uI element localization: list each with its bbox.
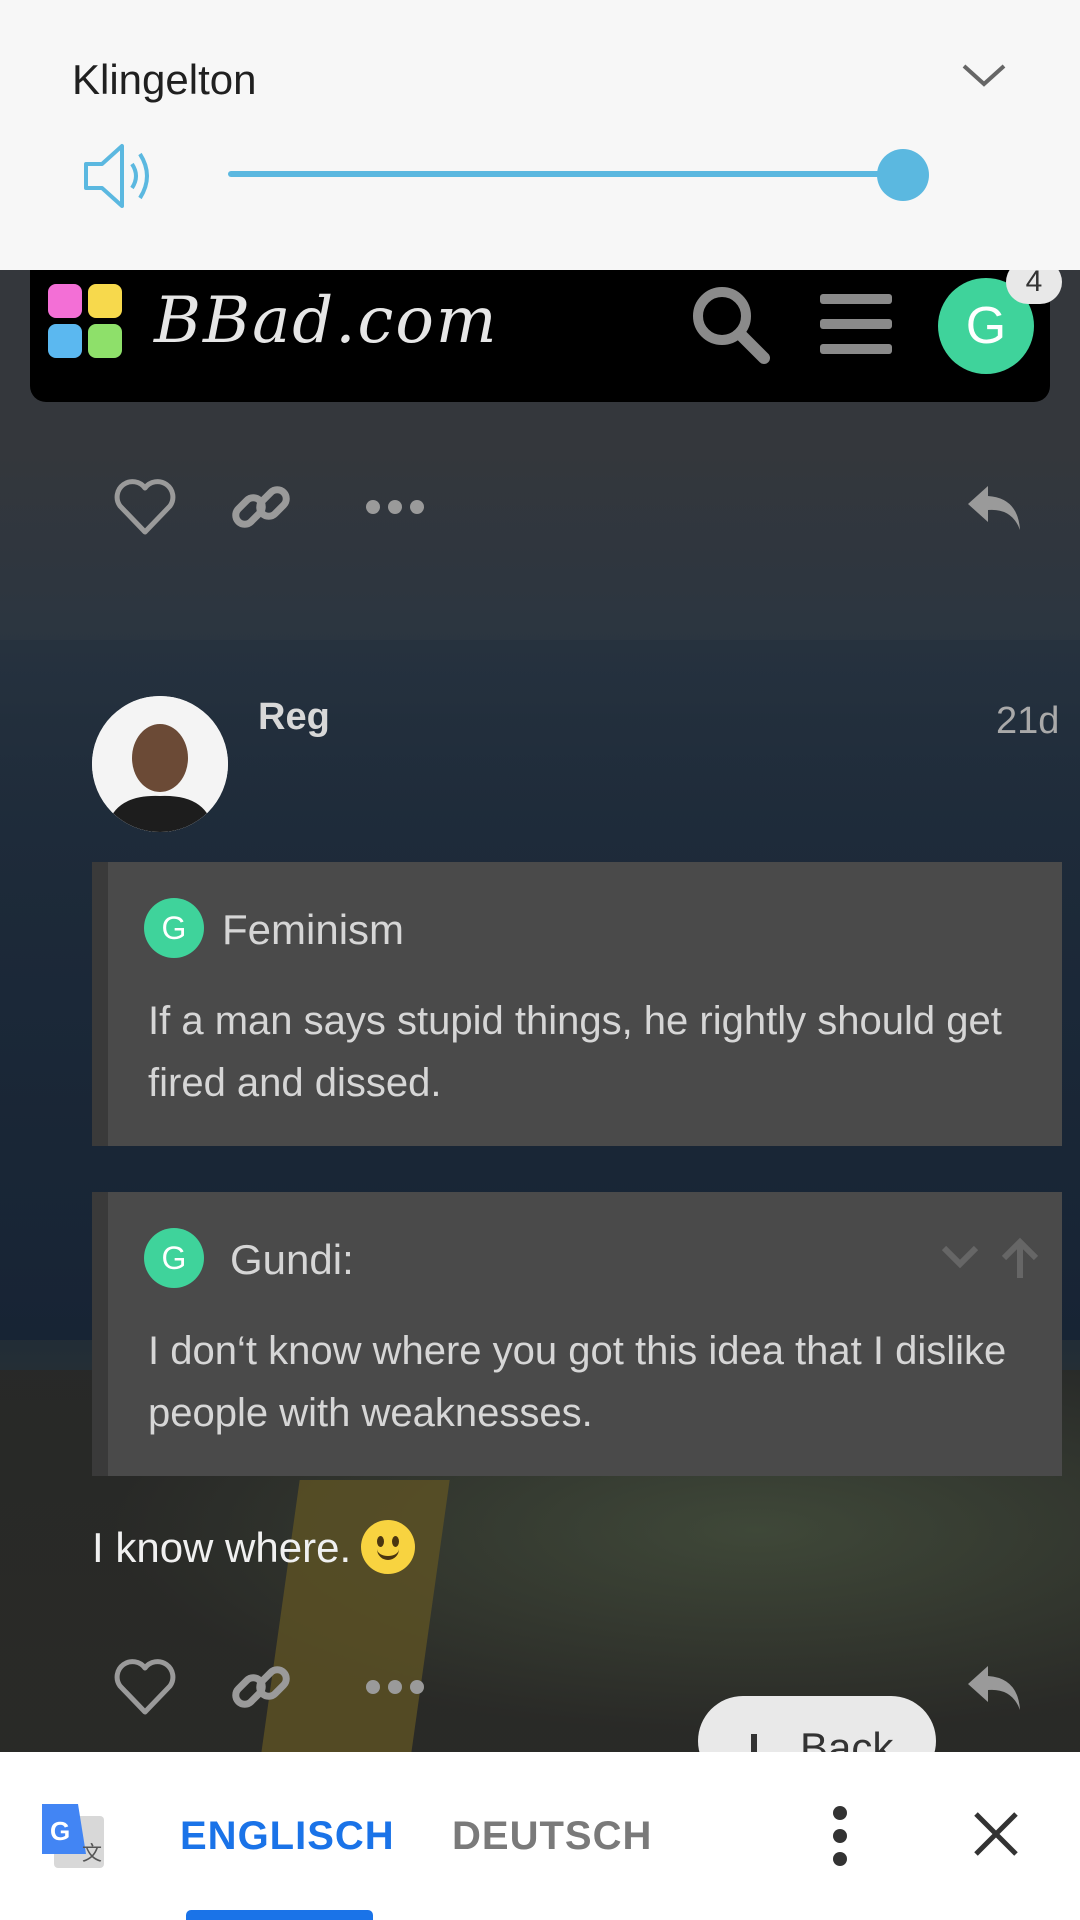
translate-bar: G 文 ENGLISCH DEUTSCH [0, 1752, 1080, 1920]
volume-title: Klingelton [72, 56, 257, 103]
source-language-tab[interactable]: ENGLISCH [180, 1814, 395, 1859]
quote-text: I don‘t know where you got this idea tha… [148, 1329, 1007, 1435]
quote-expand-tools[interactable] [938, 1232, 1048, 1282]
reply-icon[interactable] [960, 472, 1030, 542]
speaker-icon[interactable] [82, 140, 158, 212]
post-actions-top [0, 472, 1080, 552]
heart-icon[interactable] [110, 472, 180, 542]
link-icon[interactable] [226, 1652, 296, 1722]
reply-text: I know where. [92, 1520, 416, 1578]
quote-block: G Gundi: I don‘t know where you got this… [92, 1192, 1062, 1476]
quote-title[interactable]: Feminism [222, 906, 404, 954]
logo-mark[interactable] [48, 284, 128, 364]
search-icon[interactable] [688, 282, 772, 366]
post-time: 21d [996, 700, 1060, 742]
quote-text: If a man says stupid things, he rightly … [148, 999, 1002, 1105]
volume-slider-thumb[interactable] [877, 149, 929, 201]
link-icon[interactable] [226, 472, 296, 542]
site-name[interactable]: BBad.com [154, 284, 499, 358]
volume-slider-track[interactable] [228, 171, 904, 177]
google-translate-icon[interactable]: G 文 [38, 1802, 106, 1870]
smiley-emoji-icon [361, 1520, 416, 1574]
more-icon[interactable] [360, 1652, 430, 1722]
post-author[interactable]: Reg [258, 696, 330, 739]
author-avatar[interactable] [92, 696, 228, 832]
target-language-tab[interactable]: DEUTSCH [452, 1814, 652, 1859]
more-icon[interactable] [360, 472, 430, 542]
quote-title: Gundi: [230, 1236, 354, 1283]
close-icon[interactable] [970, 1808, 1022, 1860]
volume-panel: Klingelton [0, 0, 1080, 270]
svg-text:G: G [50, 1816, 70, 1846]
active-tab-indicator [186, 1910, 373, 1920]
more-vert-icon[interactable] [818, 1804, 862, 1868]
site-header: BBad.com G 4 [30, 260, 1062, 402]
quote-block: G Feminism If a man says stupid things, … [92, 862, 1062, 1146]
hamburger-menu-icon[interactable] [820, 292, 892, 356]
svg-text:文: 文 [82, 1841, 102, 1865]
heart-icon[interactable] [110, 1652, 180, 1722]
quote-avatar: G [144, 898, 204, 958]
quote-avatar: G [144, 1228, 204, 1288]
reply-text-content: I know where. [92, 1524, 352, 1572]
reply-icon[interactable] [960, 1652, 1030, 1722]
chevron-down-icon[interactable] [960, 60, 1008, 90]
